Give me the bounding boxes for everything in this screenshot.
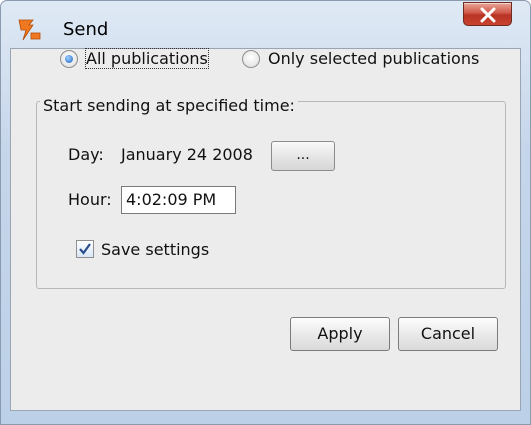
radio-all-publications[interactable]: All publications xyxy=(60,48,209,69)
flag-icon xyxy=(17,17,43,43)
day-value: January 24 2008 xyxy=(121,145,253,164)
hour-input[interactable]: 4:02:09 PM xyxy=(121,186,236,214)
radio-only-selected-label: Only selected publications xyxy=(268,49,480,68)
cancel-button[interactable]: Cancel xyxy=(398,317,498,351)
save-settings-label: Save settings xyxy=(101,240,210,259)
schedule-group-label: Start sending at specified time: xyxy=(40,96,298,115)
radio-only-selected-publications[interactable]: Only selected publications xyxy=(242,49,479,68)
close-button[interactable] xyxy=(463,2,512,26)
checkmark-icon xyxy=(79,243,91,255)
hour-label: Hour: xyxy=(68,190,112,209)
save-settings-checkbox[interactable] xyxy=(76,240,94,258)
window-title: Send xyxy=(63,19,109,40)
radio-all-publications-indicator[interactable] xyxy=(60,49,78,68)
day-label: Day: xyxy=(68,145,104,164)
radio-all-publications-label: All publications xyxy=(85,48,209,69)
title-bar[interactable]: Send xyxy=(1,1,530,47)
radio-only-selected-indicator[interactable] xyxy=(242,49,260,68)
apply-button[interactable]: Apply xyxy=(290,317,390,351)
close-icon xyxy=(480,7,496,23)
date-picker-button[interactable]: ... xyxy=(271,141,335,171)
